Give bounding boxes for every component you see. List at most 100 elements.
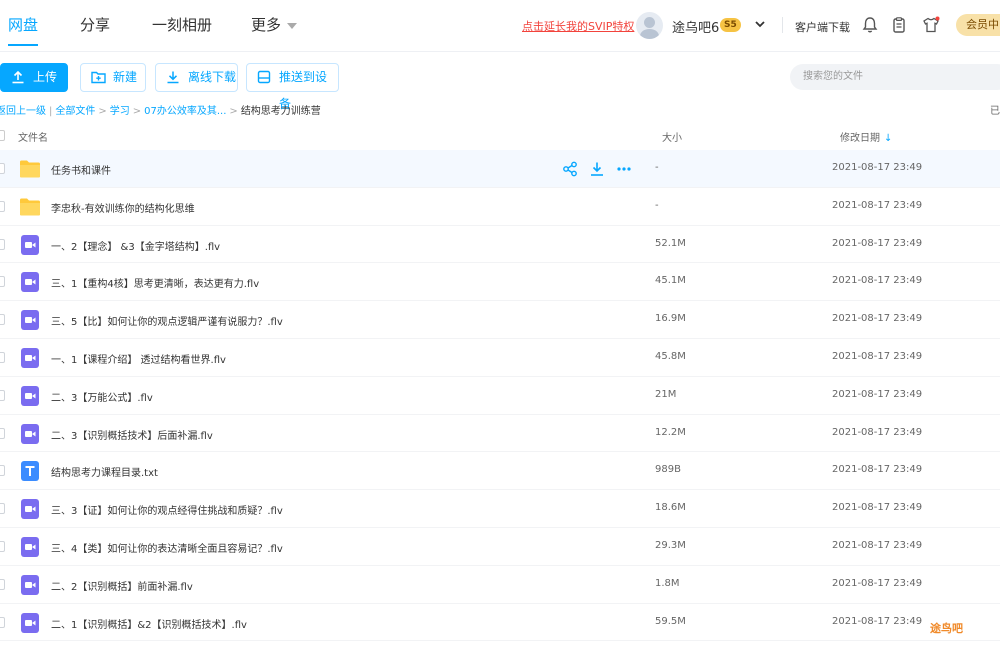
download-icon[interactable] [589, 161, 605, 177]
push-to-device-button[interactable]: 推送到设备 [246, 63, 339, 111]
tab-album[interactable]: 一刻相册 [152, 14, 212, 35]
breadcrumb-separator: > [229, 106, 238, 117]
row-checkbox[interactable] [0, 616, 5, 628]
table-row[interactable]: 二、2【识别概括】前面补漏.flv 1.8M 2021-08-17 23:49 [0, 566, 1000, 604]
vip-level-badge: S5 [720, 18, 741, 32]
table-row[interactable]: 三、1【重构4核】思考更清晰，表达更有力.flv 45.1M 2021-08-17 … [0, 263, 1000, 302]
breadcrumb-item[interactable]: 全部文件 [55, 106, 95, 117]
tab-more-label: 更多 [251, 16, 282, 34]
clipboard-icon[interactable] [890, 16, 908, 34]
table-row[interactable]: 一、2【理念】 &3【金字塔结构】.flv 52.1M 2021-08-17 23:… [0, 226, 1000, 264]
row-checkbox[interactable] [0, 578, 5, 590]
file-size: 52.1M [655, 237, 686, 249]
file-name[interactable]: 三、5【比】如何让你的观点逻辑严谨有说服力？.flv [51, 313, 283, 328]
search-input[interactable]: 搜索您的文件 [790, 64, 1000, 90]
breadcrumb-item[interactable]: 学习 [110, 106, 130, 117]
file-size: - [655, 162, 659, 173]
file-name[interactable]: 结构思考力课程目录.txt [51, 464, 158, 479]
video-file-icon [21, 499, 39, 520]
row-checkbox[interactable] [0, 427, 5, 439]
file-size: 45.1M [655, 275, 686, 287]
row-checkbox[interactable] [0, 465, 5, 477]
tab-netdisk[interactable]: 网盘 [8, 14, 39, 46]
offline-download-button[interactable]: 离线下载 [155, 63, 238, 92]
file-name[interactable]: 二、2【识别概括】前面补漏.flv [51, 578, 193, 593]
tab-more[interactable]: 更多 [251, 14, 298, 35]
file-date: 2021-08-17 23:49 [832, 162, 923, 173]
row-checkbox[interactable] [0, 389, 5, 401]
table-row[interactable]: 二、3【识别概括技术】后面补漏.flv 12.2M 2021-08-17 23:49 [0, 415, 1000, 453]
file-name[interactable]: 三、3【证】如何让你的观点经得住挑战和质疑？.flv [51, 502, 283, 517]
avatar[interactable] [636, 12, 663, 39]
table-row[interactable]: 三、4【类】如何让你的表达清晰全面且容易记？.flv 29.3M 2021-08-1… [0, 528, 1000, 566]
new-folder-button-label: 新建 [113, 70, 138, 84]
top-navigation: 网盘 分享 一刻相册 更多 点击延长我的SVIP特权 途乌吧6 S5 客户端下载… [0, 0, 1000, 52]
breadcrumb: 返回上一级 | 全部文件 > 学习 >07办公效率及其... > 结构思考力训练营 [0, 102, 321, 117]
share-icon[interactable] [562, 161, 578, 177]
file-name[interactable]: 二、3【万能公式】.flv [51, 389, 153, 404]
file-size: 29.3M [655, 539, 686, 551]
breadcrumb-item[interactable]: 07办公效率及其... [144, 106, 226, 117]
column-date-header[interactable]: 修改日期 ↓ [840, 129, 892, 144]
table-row[interactable]: 二、1【识别概括】&2【识别概括技术】.flv 59.5M 2021-08-17 2… [0, 604, 1000, 642]
video-file-icon [21, 310, 39, 331]
tshirt-icon[interactable] [922, 16, 940, 34]
new-folder-button[interactable]: 新建 [80, 63, 146, 92]
file-size: 21M [655, 388, 677, 400]
table-row[interactable]: 李忠秋-有效训练你的结构化思维 - 2021-08-17 23:49 [0, 188, 1000, 226]
file-date: 2021-08-17 23:49 [832, 388, 923, 400]
watermark-logo: 途鸟吧 [930, 622, 963, 635]
row-checkbox[interactable] [0, 276, 5, 288]
tab-share[interactable]: 分享 [80, 14, 110, 35]
breadcrumb-current: 结构思考力训练营 [240, 106, 321, 117]
bell-icon[interactable] [861, 16, 879, 34]
file-name[interactable]: 一、1【课程介绍】 透过结构看世界.flv [51, 351, 226, 366]
file-size: 989B [655, 464, 681, 476]
row-checkbox[interactable] [0, 200, 5, 212]
file-name[interactable]: 三、4【类】如何让你的表达清晰全面且容易记？.flv [51, 540, 283, 555]
video-file-icon [21, 272, 39, 293]
column-name-header[interactable]: 文件名 [18, 129, 48, 144]
file-name[interactable]: 任务书和课件 [51, 162, 111, 177]
video-file-icon [21, 234, 39, 255]
file-size: 12.2M [655, 426, 686, 438]
file-list: 任务书和课件 - 2021-08-17 23:49 李忠秋-有效训练你的结构化思维 - 2… [0, 150, 1000, 642]
file-name[interactable]: 李忠秋-有效训练你的结构化思维 [51, 200, 195, 215]
row-checkbox[interactable] [0, 163, 5, 174]
sort-desc-arrow-icon: ↓ [884, 133, 893, 144]
row-checkbox[interactable] [0, 238, 5, 250]
table-row[interactable]: 三、5【比】如何让你的观点逻辑严谨有说服力？.flv 16.9M 2021-08-1… [0, 301, 1000, 339]
video-file-icon [21, 385, 39, 406]
file-date: 2021-08-17 23:49 [832, 615, 923, 627]
client-download-link[interactable]: 客户端下载 [795, 19, 850, 35]
breadcrumb-back[interactable]: 返回上一级 [0, 106, 46, 117]
video-file-icon [21, 574, 39, 595]
svip-renew-link[interactable]: 点击延长我的SVIP特权 [522, 18, 634, 34]
file-name[interactable]: 一、2【理念】 &3【金字塔结构】.flv [51, 238, 220, 253]
vip-center-button[interactable]: 会员中 [956, 14, 1000, 36]
table-row[interactable]: 三、3【证】如何让你的观点经得住挑战和质疑？.flv 18.6M 2021-08-1… [0, 490, 1000, 528]
file-size: 18.6M [655, 502, 686, 514]
row-checkbox[interactable] [0, 314, 5, 326]
row-checkbox[interactable] [0, 540, 5, 552]
file-name[interactable]: 三、1【重构4核】思考更清晰，表达更有力.flv [51, 275, 259, 290]
column-size-header[interactable]: 大小 [662, 129, 682, 144]
table-row[interactable]: 二、3【万能公式】.flv 21M 2021-08-17 23:49 [0, 377, 1000, 415]
file-date: 2021-08-17 23:49 [832, 313, 923, 325]
file-date: 2021-08-17 23:49 [832, 237, 923, 249]
user-menu-chevron-icon[interactable] [754, 18, 766, 30]
table-row[interactable]: 结构思考力课程目录.txt 989B 2021-08-17 23:49 [0, 452, 1000, 491]
upload-button-label: 上传 [33, 70, 58, 84]
table-row[interactable]: 一、1【课程介绍】 透过结构看世界.flv 45.8M 2021-08-17 23:… [0, 339, 1000, 377]
file-date: 2021-08-17 23:49 [832, 539, 923, 551]
file-name[interactable]: 二、1【识别概括】&2【识别概括技术】.flv [51, 616, 247, 631]
username[interactable]: 途乌吧6 [672, 17, 719, 36]
file-name[interactable]: 二、3【识别概括技术】后面补漏.flv [51, 427, 213, 442]
table-row[interactable]: 任务书和课件 - 2021-08-17 23:49 [0, 150, 1000, 188]
more-options-icon[interactable] [616, 161, 632, 177]
upload-button[interactable]: 上传 [0, 63, 68, 92]
row-checkbox[interactable] [0, 351, 5, 363]
offline-download-label: 离线下载 [188, 70, 237, 84]
select-all-checkbox[interactable] [0, 130, 5, 141]
row-checkbox[interactable] [0, 503, 5, 515]
